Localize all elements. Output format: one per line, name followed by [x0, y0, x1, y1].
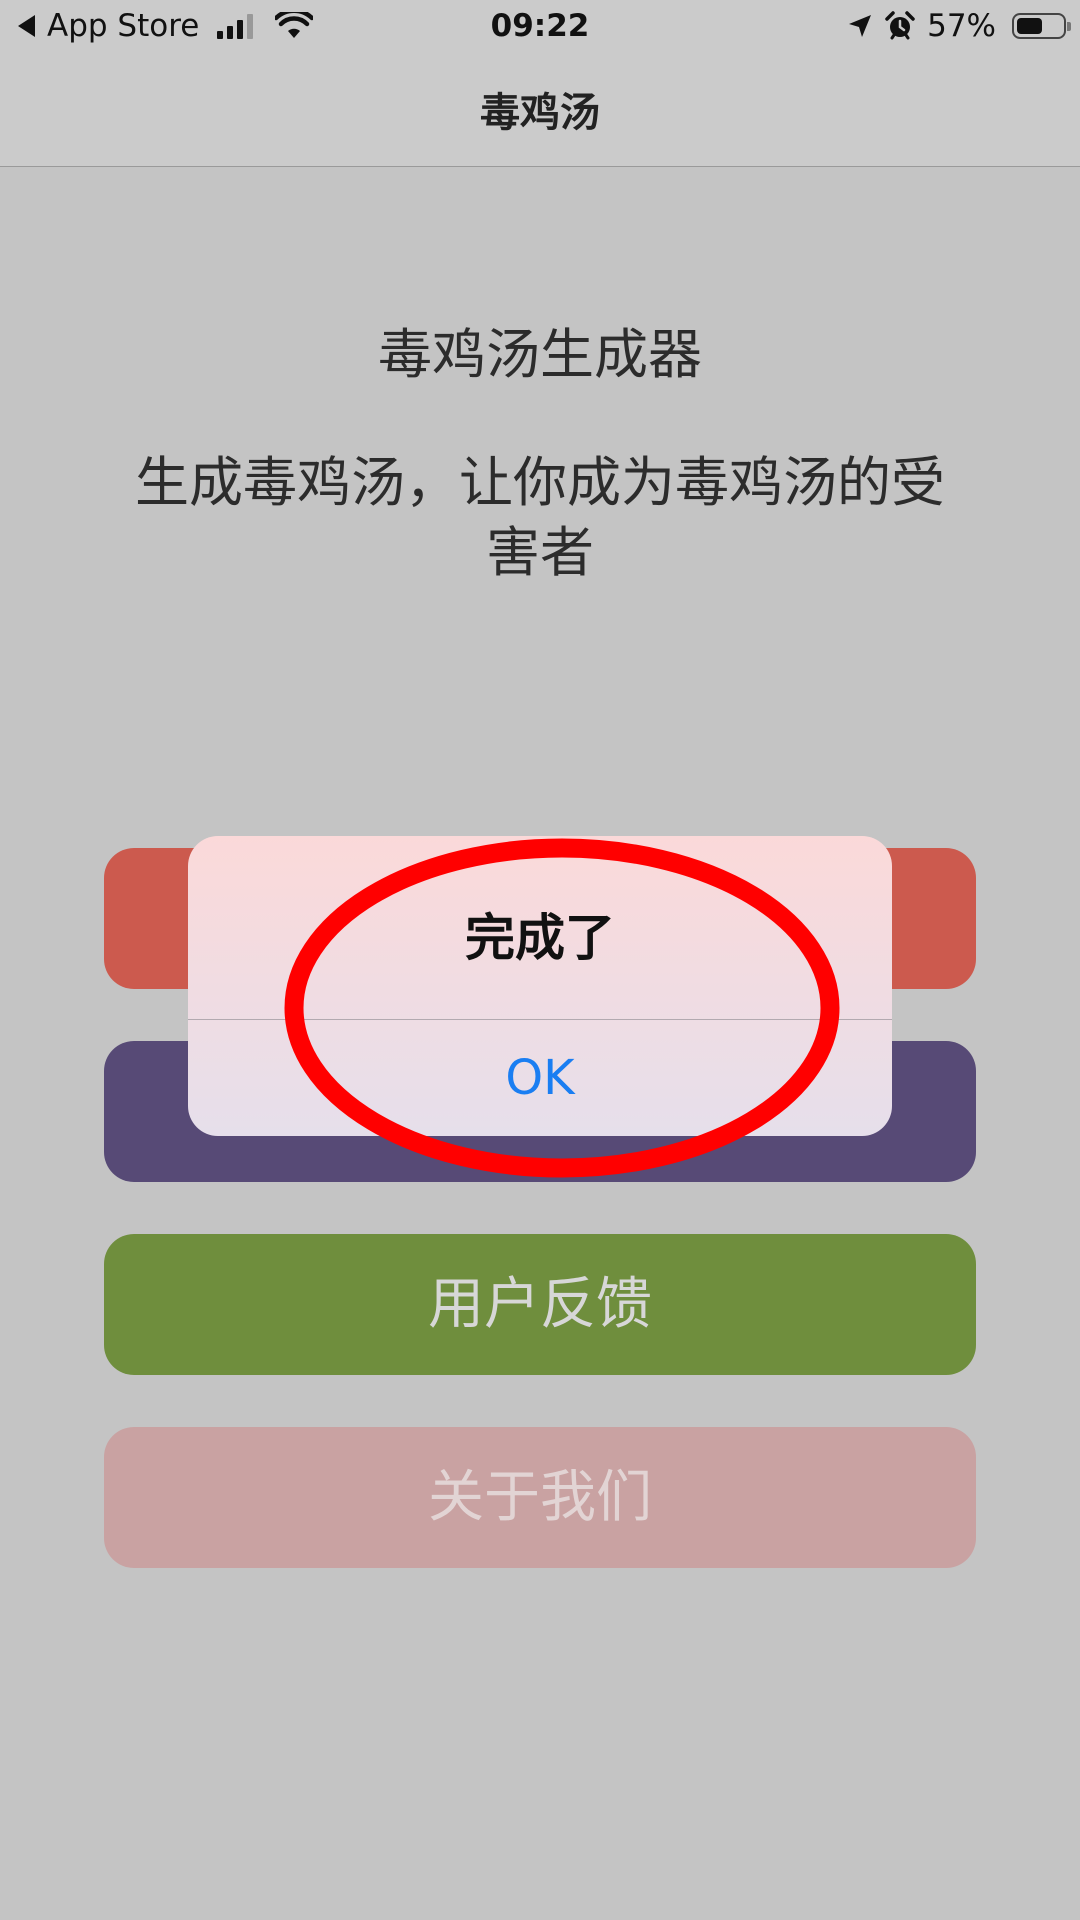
- alert-dialog: 完成了 OK: [188, 836, 892, 1136]
- alarm-icon: [885, 11, 915, 40]
- app-subtitle: 生成毒鸡汤，让你成为毒鸡汤的受害者: [135, 451, 945, 584]
- alert-title: 完成了: [465, 909, 615, 967]
- alert-ok-button[interactable]: OK: [188, 1020, 892, 1136]
- battery-percent: 57%: [927, 8, 996, 44]
- battery-level-fill: [1017, 18, 1042, 34]
- app-screen: App Store 09:22 57% 毒鸡汤 毒鸡汤生成器 生成毒鸡汤，让你成…: [0, 0, 1080, 1920]
- navigation-bar: 毒鸡汤: [0, 54, 1080, 167]
- battery-icon: [1012, 13, 1071, 39]
- location-arrow-icon: [849, 15, 872, 37]
- status-indicators: 57%: [847, 8, 1071, 44]
- user-feedback-button[interactable]: 用户反馈: [104, 1234, 976, 1375]
- app-title: 毒鸡汤生成器: [378, 323, 702, 386]
- nav-title: 毒鸡汤: [480, 90, 600, 136]
- about-us-button[interactable]: 关于我们: [104, 1427, 976, 1568]
- status-bar: App Store 09:22 57%: [0, 0, 1080, 54]
- battery-cap: [1067, 22, 1071, 31]
